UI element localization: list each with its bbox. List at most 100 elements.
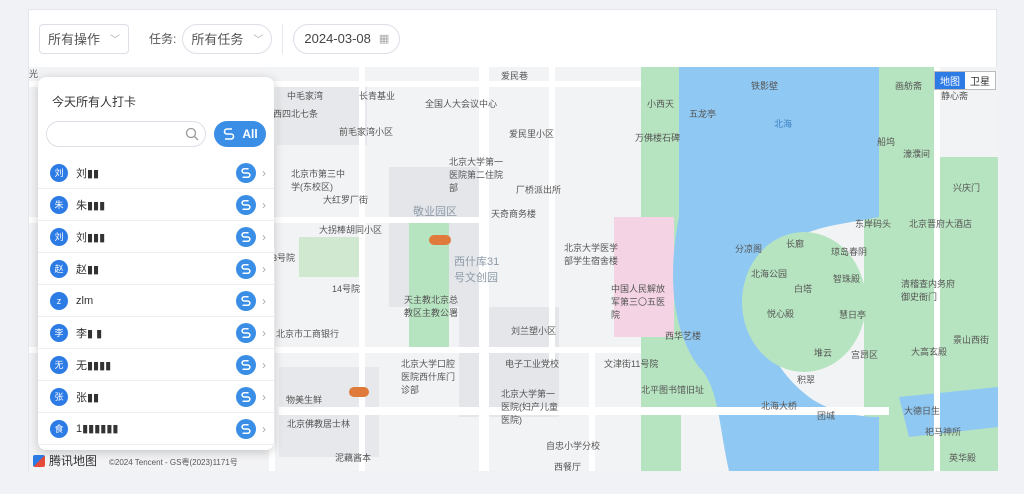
map-copyright: ©2024 Tencent - GS粤(2023)1171号 [109, 458, 238, 467]
search-input[interactable] [47, 122, 205, 146]
map-type-map[interactable]: 地图 [935, 72, 965, 89]
route-button[interactable] [236, 418, 256, 439]
operation-select[interactable]: 所有操作 ﹀ [39, 23, 130, 54]
map-label: 长廊 [786, 239, 805, 249]
map-label: 琼岛春阴 [831, 247, 868, 257]
task-label: 任务: [149, 32, 177, 46]
map-label: 慧日亭 [839, 310, 867, 320]
checkin-popup: 今天所有人打卡 All 刘刘▮▮ › 朱朱▮▮▮ › 刘刘▮▮▮ › 赵赵▮▮ › z zlm › 李… [38, 77, 274, 450]
route-button[interactable] [236, 354, 256, 375]
chevron-down-icon: ﹀ [110, 35, 121, 46]
map-label: 悦心殿 [767, 309, 795, 319]
chevron-right-icon[interactable]: › [262, 326, 266, 340]
map-label: 西餐厅 [554, 462, 582, 471]
avatar: 无 [50, 355, 68, 374]
route-icon [241, 263, 251, 274]
person-row[interactable]: 刘刘▮▮ › [38, 157, 274, 189]
person-name: 张▮▮ [76, 391, 100, 404]
person-row[interactable]: 张张▮▮ › [38, 381, 274, 413]
chevron-right-icon[interactable]: › [262, 262, 266, 276]
all-button[interactable]: All [214, 121, 266, 147]
map-label: 中毛家湾 [287, 91, 324, 101]
route-button[interactable] [236, 162, 256, 183]
person-row[interactable]: 朱朱▮▮▮ › [38, 189, 274, 221]
map-label: 北京市工商银行 [276, 329, 340, 339]
route-button[interactable] [236, 258, 256, 279]
avatar: 刘 [50, 227, 68, 246]
map-label: 大德日生 [904, 406, 941, 416]
date-picker[interactable]: 2024-03-08 ▦ [293, 23, 401, 54]
avatar: 食 [50, 419, 68, 438]
person-name: 无▮▮▮▮ [76, 359, 112, 372]
person-name: 赵▮▮ [76, 263, 100, 276]
person-name: 刘▮▮ [76, 167, 100, 180]
route-icon [241, 231, 251, 242]
map-label: 3号院 [272, 253, 296, 263]
map-label: 前毛家湾小区 [339, 127, 394, 137]
map-provider-name: 腾讯地图 [49, 454, 98, 468]
search-field[interactable] [46, 121, 206, 147]
all-button-label: All [242, 127, 258, 141]
map-provider-logo: 腾讯地图 [33, 452, 97, 469]
map-label: 光 [29, 69, 39, 79]
person-row[interactable]: 无无▮▮▮▮ › [38, 349, 274, 381]
map-label: 北京佛教居士林 [287, 419, 351, 429]
map-label: 积翠 [797, 375, 816, 385]
route-icon [241, 295, 251, 306]
map-label: 船坞 [877, 137, 896, 147]
person-row[interactable]: 刘刘▮▮▮ › [38, 221, 274, 253]
map-label: 泥藕酱本 [335, 453, 372, 463]
map-label: 宫昂区 [851, 350, 879, 360]
map-type-toggle[interactable]: 地图 卫星 [934, 71, 996, 90]
chevron-right-icon[interactable]: › [262, 422, 266, 436]
route-icon [241, 167, 251, 178]
person-list: 刘刘▮▮ › 朱朱▮▮▮ › 刘刘▮▮▮ › 赵赵▮▮ › z zlm › 李李▮ ▮ › 无无▮▮▮▮ ›… [38, 157, 274, 445]
map-label: 兴庆门 [953, 183, 981, 193]
toolbar-divider [282, 23, 284, 54]
chevron-right-icon[interactable]: › [262, 166, 266, 180]
map-type-satellite[interactable]: 卫星 [965, 72, 995, 89]
person-row[interactable]: z zlm › [38, 285, 274, 317]
avatar: z [50, 291, 68, 310]
chevron-right-icon[interactable]: › [262, 230, 266, 244]
map-label: 分凉阁 [735, 244, 763, 254]
person-name: 刘▮▮▮ [76, 231, 106, 244]
map-label: 14号院 [332, 284, 361, 294]
route-button[interactable] [236, 386, 256, 407]
route-button[interactable] [236, 194, 256, 215]
route-icon [224, 128, 235, 140]
task-select-value: 所有任务 [191, 32, 244, 47]
chevron-right-icon[interactable]: › [262, 294, 266, 308]
route-icon [241, 423, 251, 434]
route-icon [241, 391, 251, 402]
chevron-right-icon[interactable]: › [262, 198, 266, 212]
person-row[interactable]: 李李▮ ▮ › [38, 317, 274, 349]
route-button[interactable] [236, 226, 256, 247]
search-icon[interactable] [185, 127, 199, 141]
map-label: 小西天 [647, 99, 675, 109]
map-label: 自忠小学分校 [546, 441, 601, 451]
chevron-right-icon[interactable]: › [262, 358, 266, 372]
avatar: 赵 [50, 259, 68, 278]
chevron-right-icon[interactable]: › [262, 390, 266, 404]
filter-toolbar: 所有操作 ﹀ 任务: 所有任务 ﹀ 2024-03-08 ▦ [29, 10, 996, 67]
map-label: 智珠殿 [833, 274, 861, 284]
map-label: 白塔 [794, 284, 813, 294]
task-select[interactable]: 所有任务 ﹀ [182, 23, 273, 54]
map-label: 全国人大会议中心 [425, 99, 498, 109]
calendar-icon: ▦ [378, 33, 390, 45]
map-label: 大红罗厂街 [323, 195, 369, 205]
map-label: 中国人民解放军第三〇五医院 [611, 284, 666, 320]
map-label: 北京市第三中学(东校区) [291, 169, 346, 192]
person-row[interactable]: 赵赵▮▮ › [38, 253, 274, 285]
map-label: 北京大学医学部学生宿舍楼 [564, 243, 619, 266]
map-label: 静心斋 [941, 91, 969, 101]
person-name: 朱▮▮▮ [76, 199, 106, 212]
map-label: 刘兰塑小区 [511, 326, 557, 336]
map-label: 爱民里小区 [509, 129, 555, 139]
avatar: 朱 [50, 195, 68, 214]
person-row[interactable]: 食 1▮▮▮▮▮▮ › [38, 413, 274, 445]
route-button[interactable] [236, 322, 256, 343]
route-button[interactable] [236, 290, 256, 311]
map-label: 爱民巷 [501, 71, 529, 81]
